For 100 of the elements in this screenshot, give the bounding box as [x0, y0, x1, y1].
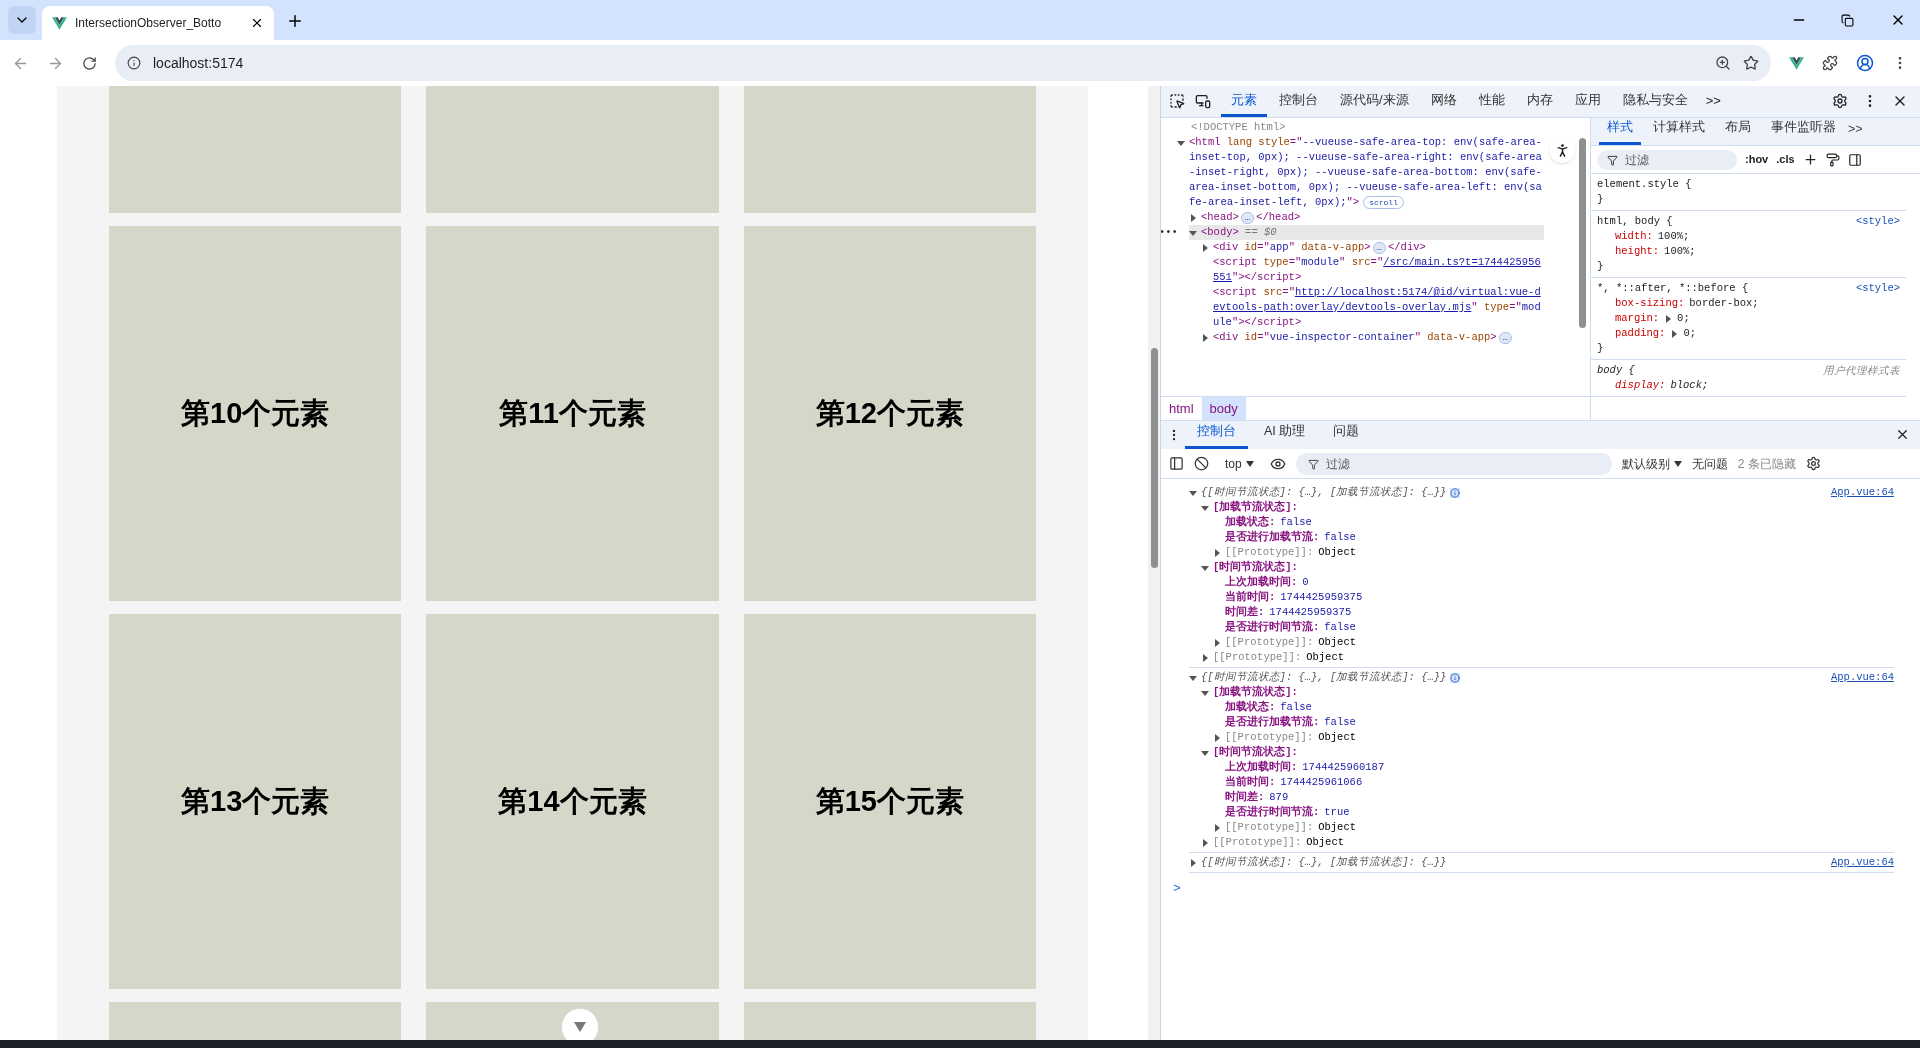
- info-icon[interactable]: [1450, 487, 1461, 498]
- address-bar[interactable]: localhost:5174: [115, 45, 1771, 81]
- styles-tab[interactable]: 布局: [1717, 118, 1759, 145]
- more-tabs-button[interactable]: >>: [1699, 90, 1727, 117]
- styles-tab[interactable]: 事件监听器: [1763, 118, 1844, 145]
- close-icon[interactable]: [1895, 427, 1910, 442]
- rule-source-link[interactable]: <style>: [1855, 214, 1900, 229]
- styles-toggle-button[interactable]: .cls: [1776, 151, 1795, 168]
- source-link[interactable]: App.vue:64: [1831, 484, 1894, 501]
- console-property[interactable]: [时间节流状态]:: [1213, 744, 1298, 761]
- drawer-tab[interactable]: 控制台: [1185, 422, 1248, 449]
- expand-triangle-icon[interactable]: [1201, 244, 1209, 252]
- log-summary[interactable]: {[时间节流状态]: {…}, [加载节流状态]: {…}}: [1201, 854, 1447, 871]
- dom-node-line[interactable]: <script src="http://localhost:5174/@id/virtual:vue-devtools-path:overlay/devtools-overlay.mjs" type="module"></script>: [1213, 285, 1544, 330]
- context-selector[interactable]: top: [1219, 454, 1260, 473]
- dom-node-line[interactable]: <html lang style="--vueuse-safe-area-top: env(safe-area-inset-top, 0px); --vueuse-safe-area-right: env(safe-area-inset-right, 0px); --vueuse-safe-area-bottom: env(safe-area-inset-bottom, 0px); --vueuse-safe-area-left: env(safe-area-inset-left, 0px);"> scroll: [1189, 135, 1544, 210]
- issues-count[interactable]: 无问题: [1691, 454, 1728, 473]
- expand-triangle-icon[interactable]: [1201, 334, 1209, 342]
- rule-source-link[interactable]: <style>: [1855, 281, 1900, 296]
- inspect-icon[interactable]: [1169, 93, 1185, 109]
- restore-icon[interactable]: [1841, 14, 1854, 27]
- expand-triangle-icon[interactable]: [1189, 214, 1197, 222]
- close-icon[interactable]: [250, 16, 264, 30]
- expand-triangle-icon[interactable]: [1201, 748, 1209, 757]
- style-declaration[interactable]: height: 100%;: [1597, 244, 1900, 259]
- console-property[interactable]: [时间节流状态]:: [1213, 559, 1298, 576]
- devtools-tab[interactable]: 网络: [1420, 89, 1467, 117]
- expand-triangle-icon[interactable]: [1201, 563, 1209, 572]
- more-tabs-button[interactable]: >>: [1848, 120, 1863, 145]
- console-prompt[interactable]: >: [1173, 879, 1181, 899]
- site-info-icon[interactable]: [127, 56, 141, 70]
- drawer-tab[interactable]: AI 助理: [1252, 422, 1318, 449]
- console-property[interactable]: [加载节流状态]:: [1213, 684, 1298, 701]
- dom-node-line[interactable]: <head> … </head>: [1201, 210, 1544, 225]
- console-property[interactable]: [[Prototype]]: Object: [1213, 649, 1345, 666]
- new-rule-icon[interactable]: [1802, 152, 1818, 167]
- dom-node-line[interactable]: <div id="app" data-v-app> … </div>: [1213, 240, 1544, 255]
- expand-triangle-icon[interactable]: [1189, 488, 1197, 497]
- scrollbar-thumb[interactable]: [1579, 138, 1586, 328]
- devtools-tab[interactable]: 应用: [1564, 89, 1611, 117]
- source-link[interactable]: App.vue:64: [1831, 854, 1894, 871]
- log-level-selector[interactable]: 默认级别: [1621, 454, 1682, 473]
- style-declaration[interactable]: display: block;: [1597, 378, 1900, 393]
- expand-triangle-icon[interactable]: [1213, 548, 1221, 557]
- bookmark-star-icon[interactable]: [1743, 55, 1759, 71]
- expand-triangle-icon[interactable]: [1189, 229, 1197, 237]
- style-declaration[interactable]: box-sizing: border-box;: [1597, 296, 1900, 311]
- console-property[interactable]: [加载节流状态]:: [1213, 499, 1298, 516]
- styles-filter-field[interactable]: 过滤: [1597, 149, 1737, 170]
- browser-tab[interactable]: IntersectionObserver_Botto: [42, 6, 274, 40]
- sidebar-toggle-icon[interactable]: [1169, 456, 1184, 471]
- devtools-tab[interactable]: 控制台: [1269, 89, 1328, 117]
- console-filter-field[interactable]: 过滤: [1295, 452, 1612, 475]
- settings-icon[interactable]: [1832, 93, 1848, 109]
- profile-icon[interactable]: [1856, 54, 1874, 72]
- console-property[interactable]: [[Prototype]]: Object: [1225, 819, 1357, 836]
- device-toolbar-icon[interactable]: [1195, 93, 1211, 109]
- styles-tab[interactable]: 计算样式: [1645, 118, 1713, 145]
- expand-triangle-icon[interactable]: [1201, 688, 1209, 697]
- expand-triangle-icon[interactable]: [1177, 139, 1185, 147]
- sidebar-toggle-icon[interactable]: [1847, 152, 1862, 167]
- styles-tab[interactable]: 样式: [1599, 118, 1641, 145]
- vue-logo-icon[interactable]: [1789, 56, 1804, 70]
- dom-node-line[interactable]: <script type="module" src="/src/main.ts?t=1744425956551"></script>: [1213, 255, 1544, 285]
- scrollbar-thumb[interactable]: [1151, 348, 1158, 568]
- devtools-tab[interactable]: 内存: [1516, 89, 1563, 117]
- zoom-icon[interactable]: [1715, 55, 1731, 71]
- settings-icon[interactable]: [1805, 456, 1821, 471]
- console-property[interactable]: [[Prototype]]: Object: [1225, 634, 1357, 651]
- devtools-tab[interactable]: 隐私与安全: [1612, 89, 1698, 117]
- ellipsis-badge[interactable]: …: [1372, 242, 1386, 254]
- breadcrumb[interactable]: html: [1161, 397, 1202, 420]
- log-summary[interactable]: {[时间节流状态]: {…}, [加载节流状态]: {…}}: [1201, 484, 1447, 501]
- console-property[interactable]: [[Prototype]]: Object: [1225, 729, 1357, 746]
- console-property[interactable]: [[Prototype]]: Object: [1225, 544, 1357, 561]
- style-declaration[interactable]: margin: 0;: [1597, 311, 1900, 326]
- expand-triangle-icon[interactable]: [1213, 733, 1221, 742]
- devtools-tab[interactable]: 源代码/来源: [1330, 89, 1419, 117]
- tab-list-button[interactable]: [8, 6, 36, 34]
- expand-triangle-icon[interactable]: [1189, 858, 1197, 867]
- new-tab-icon[interactable]: [286, 12, 304, 30]
- console-property[interactable]: [[Prototype]]: Object: [1213, 834, 1345, 851]
- paint-roller-icon[interactable]: [1825, 152, 1840, 167]
- accessibility-button[interactable]: [1549, 137, 1575, 163]
- style-declaration[interactable]: padding: 0;: [1597, 326, 1900, 341]
- ellipsis-badge[interactable]: …: [1498, 332, 1512, 344]
- ellipsis-badge[interactable]: …: [1240, 212, 1255, 224]
- source-link[interactable]: App.vue:64: [1831, 669, 1894, 686]
- info-icon[interactable]: [1450, 672, 1461, 683]
- breadcrumb[interactable]: body: [1201, 397, 1246, 420]
- style-declaration[interactable]: width: 100%;: [1597, 229, 1900, 244]
- devtools-tab[interactable]: 性能: [1468, 89, 1515, 117]
- expand-triangle-icon[interactable]: [1189, 673, 1197, 682]
- reload-icon[interactable]: [82, 55, 97, 71]
- expand-triangle-icon[interactable]: [1201, 503, 1209, 512]
- clear-console-icon[interactable]: [1194, 456, 1209, 471]
- log-summary[interactable]: {[时间节流状态]: {…}, [加载节流状态]: {…}}: [1201, 669, 1447, 686]
- devtools-tab[interactable]: 元素: [1221, 89, 1267, 117]
- drawer-tab[interactable]: 问题: [1321, 422, 1372, 449]
- extensions-icon[interactable]: [1822, 55, 1838, 71]
